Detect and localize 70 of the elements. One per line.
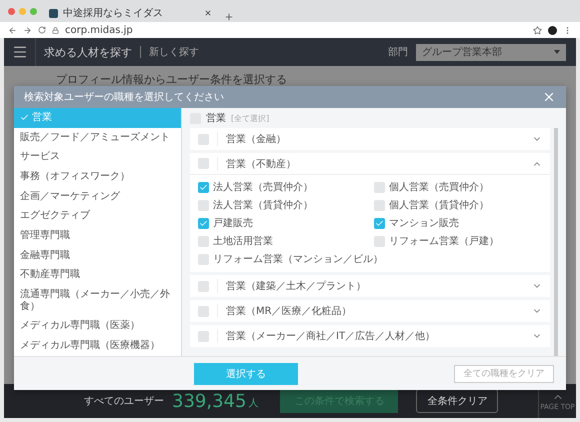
category-item[interactable]: 不動産専門職 xyxy=(14,266,181,286)
category-item[interactable]: 流通専門職（メーカー／小売／外食） xyxy=(14,285,181,317)
option-label: 土地活用営業 xyxy=(213,234,273,248)
category-item[interactable]: 事務（オフィスワーク） xyxy=(14,167,181,187)
accordion-item[interactable]: 営業（MR／医療／化粧品） xyxy=(190,300,550,322)
lock-icon xyxy=(52,26,59,34)
maximize-window-icon[interactable] xyxy=(30,8,37,14)
subcategory-label: 営業（金融） xyxy=(217,132,524,146)
option-label: 戸建販売 xyxy=(213,216,253,230)
checkbox[interactable] xyxy=(198,280,209,292)
option-label: マンション販売 xyxy=(389,216,459,230)
option-label: 個人営業（賃貸仲介） xyxy=(389,198,489,212)
option-label: リフォーム営業（マンション／ビル） xyxy=(213,252,383,266)
forward-icon[interactable] xyxy=(23,26,32,34)
category-item[interactable]: 金融専門職 xyxy=(14,246,181,266)
reload-icon[interactable] xyxy=(38,26,46,34)
category-item[interactable]: メディカル専門職（医薬） xyxy=(14,316,181,336)
category-item[interactable]: エグゼクティブ xyxy=(14,206,181,226)
url-text[interactable]: corp.midas.jp xyxy=(65,24,133,36)
new-tab-icon[interactable] xyxy=(224,12,234,22)
checkbox[interactable] xyxy=(198,200,209,210)
user-count: 339,345 xyxy=(172,390,246,412)
department-select[interactable]: グループ営業本部 xyxy=(416,44,566,60)
bookmark-star-icon[interactable] xyxy=(533,26,542,34)
category-item[interactable]: サービス xyxy=(14,147,181,168)
accordion-item[interactable]: 営業（金融） xyxy=(190,128,550,150)
checkbox[interactable] xyxy=(374,218,385,228)
close-window-icon[interactable] xyxy=(8,8,15,14)
close-icon[interactable] xyxy=(542,90,556,104)
accordion-item[interactable]: 営業（建築／土木／プラント） xyxy=(190,275,550,297)
section-title: プロフィール情報からユーザー条件を選択する xyxy=(56,73,287,86)
count-unit: 人 xyxy=(248,397,258,410)
checkbox[interactable] xyxy=(198,158,209,169)
group-label: 営業 xyxy=(206,112,226,125)
checkbox[interactable] xyxy=(198,306,209,316)
profile-avatar[interactable] xyxy=(548,26,557,34)
user-count-label: すべてのユーザー xyxy=(84,395,164,408)
checkbox[interactable] xyxy=(374,182,385,192)
subcategory-label: 営業（不動産） xyxy=(217,156,524,170)
checkbox[interactable] xyxy=(198,330,209,342)
close-tab-icon[interactable] xyxy=(204,9,212,17)
back-icon[interactable] xyxy=(8,26,17,34)
category-item[interactable]: 管理専門職 xyxy=(14,226,181,246)
category-item[interactable]: 企画／マーケティング xyxy=(14,186,181,206)
checkbox[interactable] xyxy=(198,134,209,144)
checkbox[interactable] xyxy=(198,254,209,264)
category-item[interactable]: メディカル専門職（医療機器） xyxy=(14,336,181,356)
subcategory-label: 営業（MR／医療／化粧品） xyxy=(217,304,524,318)
accordion-item[interactable]: 営業（不動産） 法人営業（売買仲介） 個人営業（売買仲介） 法人営業（賃貸仲介） 個人営業（賃貸仲介） 戸建販売 マンション販売 土地活用営業 リフォーム営業（戸建） リフォーム営業（マンション／ビル） xyxy=(190,153,550,272)
department-label: 部門 xyxy=(388,46,408,59)
option-label: 個人営業（売買仲介） xyxy=(389,180,489,194)
checkbox[interactable] xyxy=(374,200,385,210)
option-label: リフォーム営業（戸建） xyxy=(389,234,499,248)
favicon-icon xyxy=(49,8,58,18)
checkbox[interactable] xyxy=(198,218,209,228)
checkbox[interactable] xyxy=(374,236,385,246)
page-heading: 求める人材を探す xyxy=(44,44,132,60)
subcategory-label: 営業（メーカー／商社／IT／広告／人材／他） xyxy=(217,329,524,343)
category-item[interactable]: 販売／フード／アミューズメント xyxy=(14,128,181,148)
dialog-title: 検索対象ユーザーの職種を選択してください xyxy=(24,90,224,104)
dropdown-caret-icon xyxy=(554,50,560,54)
subcategory-label: 営業（建築／土木／プラント） xyxy=(217,279,524,293)
option-label: 法人営業（売買仲介） xyxy=(213,180,313,194)
minimize-window-icon[interactable] xyxy=(19,8,26,14)
option-label: 法人営業（賃貸仲介） xyxy=(213,198,313,212)
checkbox[interactable] xyxy=(198,236,209,246)
new-search-link[interactable]: 新しく探す xyxy=(149,45,199,59)
accordion-item[interactable]: 営業（メーカー／商社／IT／広告／人材／他） xyxy=(190,325,550,347)
checkbox[interactable] xyxy=(198,182,209,192)
check-icon xyxy=(20,113,29,122)
